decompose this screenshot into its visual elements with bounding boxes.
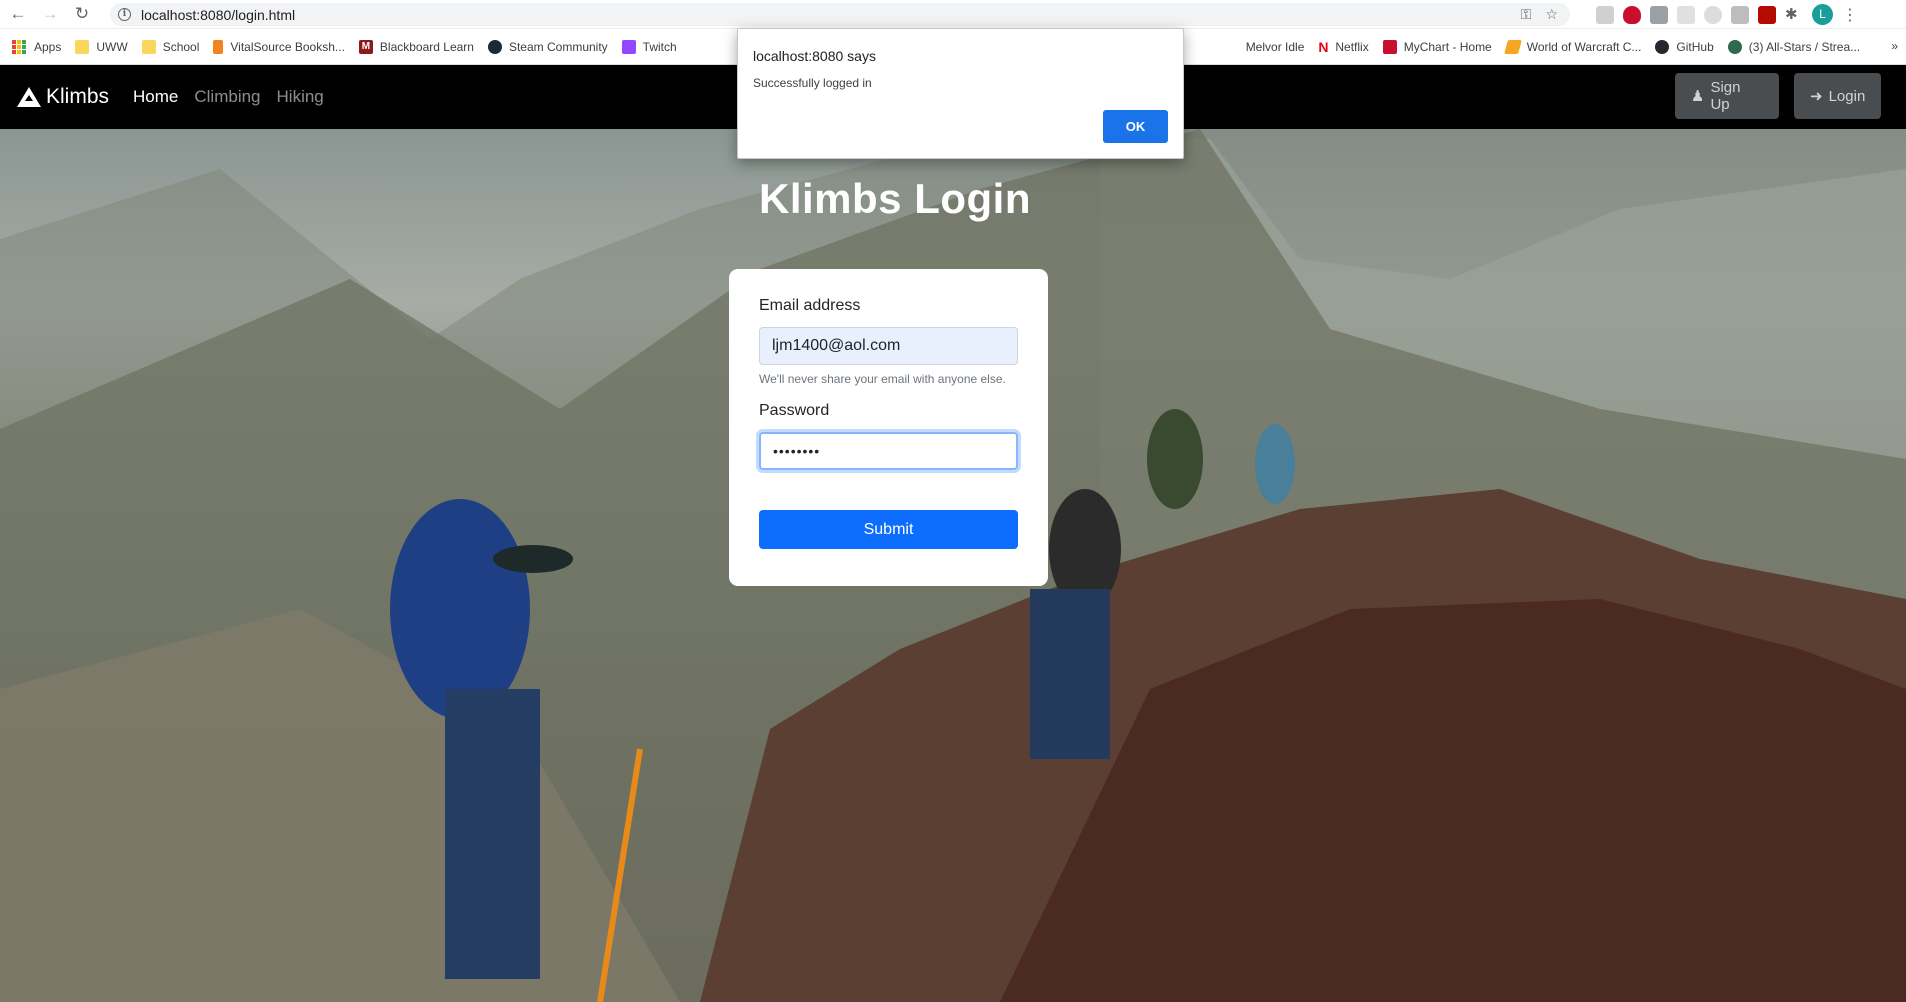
ublock-icon[interactable] [1623,5,1641,24]
bookmark-mychart[interactable]: MyChart - Home [1382,39,1492,54]
url-text: localhost:8080/login.html [141,6,296,23]
ok-button[interactable]: OK [1103,110,1168,143]
dialog-message: Successfully logged in [753,76,872,90]
bookmark-github[interactable]: GitHub [1655,39,1714,54]
bookmark-blackboard[interactable]: M Blackboard Learn [358,39,474,54]
back-icon[interactable]: ← [4,0,32,28]
email-value: ljm1400@aol.com [772,337,901,354]
pdf-icon[interactable] [1758,5,1776,24]
bookmark-uww[interactable]: UWW [75,39,128,54]
folder-icon [141,39,156,54]
extensions-area: ✱ L ⋮ [1596,4,1858,25]
brand-logo[interactable]: Klimbs [16,85,109,109]
nav-hiking[interactable]: Hiking [277,87,324,107]
star-icon[interactable]: ☆ [1545,6,1558,23]
email-label: Email address [759,297,861,314]
bookmark-twitch[interactable]: Twitch [621,39,677,54]
allstars-icon [1727,39,1742,54]
netflix-icon: N [1318,38,1329,55]
extension-icon[interactable] [1677,5,1695,24]
submit-button[interactable]: Submit [759,510,1018,549]
reload-icon[interactable]: ↻ [68,0,96,28]
blackboard-icon: M [358,39,373,54]
steam-icon [487,39,502,54]
extension-icon[interactable] [1650,5,1668,24]
extension-icon[interactable] [1596,5,1614,24]
dialog-title: localhost:8080 says [753,48,876,64]
brand-name: Klimbs [46,85,110,108]
mychart-icon [1382,39,1397,54]
puzzle-icon[interactable]: ✱ [1785,6,1803,24]
wow-icon [1503,39,1522,54]
bookmark-wow[interactable]: World of Warcraft C... [1503,39,1641,54]
bookmark-vitalsource[interactable]: VitalSource Booksh... [213,39,345,54]
alert-dialog: localhost:8080 says Successfully logged … [737,28,1184,159]
key-icon[interactable]: ⚿ [1521,6,1532,23]
page-title: Klimbs Login [759,175,1031,222]
password-value: •••••••• [773,443,821,459]
info-icon[interactable]: i [118,8,131,21]
mountain-icon [17,87,41,107]
bookmark-melvor[interactable]: Melvor Idle [1246,40,1305,54]
folder-icon [75,39,90,54]
bookmark-steam[interactable]: Steam Community [487,39,608,54]
more-bookmarks-icon[interactable]: » [1891,39,1898,53]
sign-up-button[interactable]: ♟ Sign Up [1675,73,1779,119]
extension-icon[interactable] [1704,5,1722,24]
email-help-text: We'll never share your email with anyone… [759,372,1006,386]
password-field[interactable]: •••••••• [759,432,1018,470]
sign-in-icon: ➜ [1810,88,1823,105]
apps-grid-icon [12,39,26,54]
nav-home[interactable]: Home [133,87,178,107]
nav-climbing[interactable]: Climbing [194,87,260,107]
bookmark-netflix[interactable]: N Netflix [1318,40,1368,54]
browser-toolbar: ← → ↻ i localhost:8080/login.html ⚿ ☆ ✱ … [0,0,1906,29]
vitalsource-icon [213,39,224,54]
login-form: Email address ljm1400@aol.com We'll neve… [729,269,1048,586]
document-icon[interactable] [1731,5,1749,24]
github-icon [1655,39,1670,54]
twitch-icon [621,39,636,54]
user-plus-icon: ♟ [1691,88,1705,105]
login-button[interactable]: ➜ Login [1794,73,1881,119]
forward-icon[interactable]: → [36,0,64,28]
avatar[interactable]: L [1812,4,1833,25]
menu-icon[interactable]: ⋮ [1842,5,1858,25]
email-field[interactable]: ljm1400@aol.com [759,327,1018,365]
bookmark-school[interactable]: School [141,39,199,54]
address-bar[interactable]: i localhost:8080/login.html ⚿ ☆ [110,3,1570,26]
bookmark-allstars[interactable]: (3) All-Stars / Strea... [1727,39,1860,54]
password-label: Password [759,402,830,419]
bookmark-apps[interactable]: Apps [12,39,61,54]
